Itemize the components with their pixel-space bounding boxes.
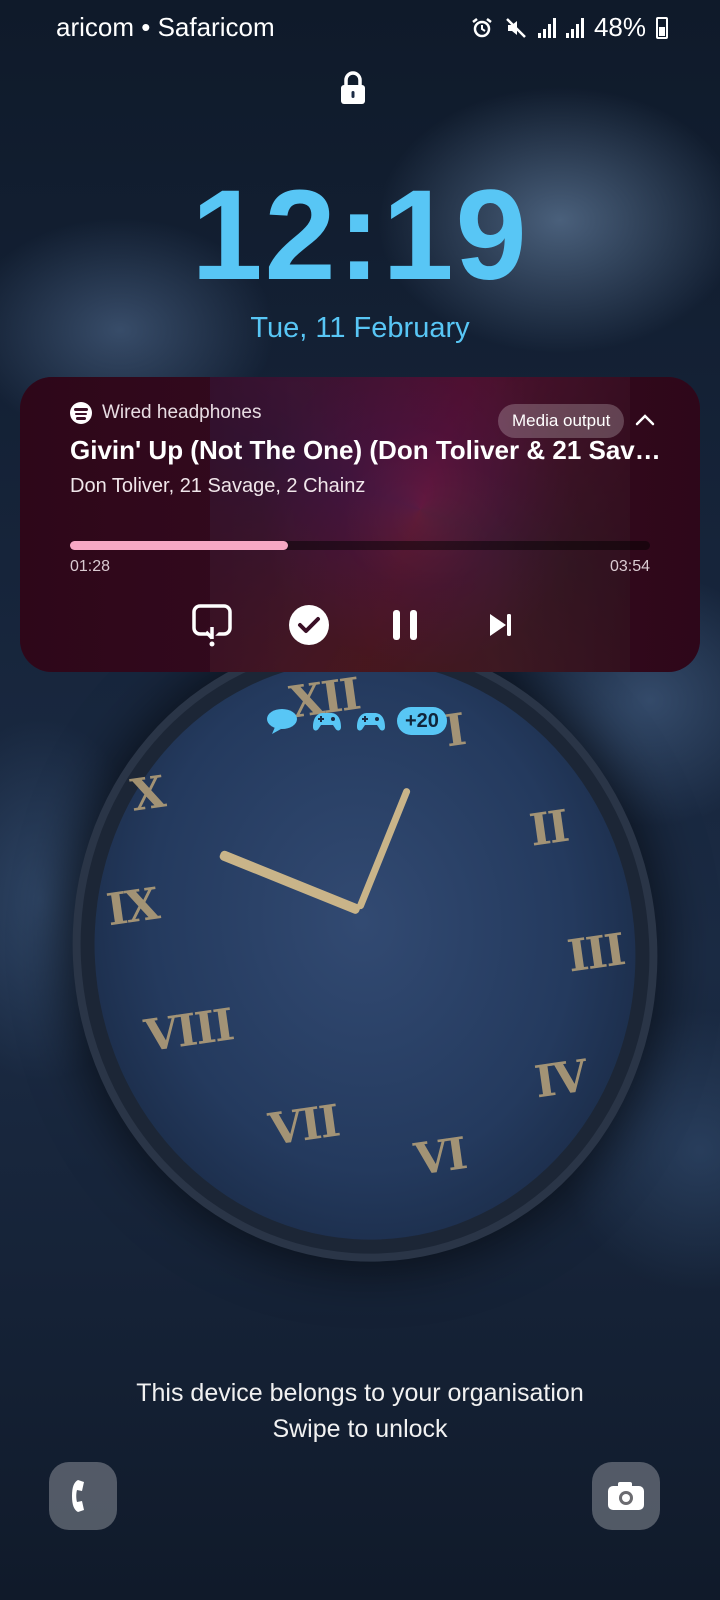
spotify-icon: [70, 402, 92, 424]
cast-icon: [192, 604, 232, 647]
phone-shortcut[interactable]: [49, 1462, 117, 1530]
skip-next-icon: [490, 614, 511, 636]
chat-bubble-icon: [267, 709, 297, 734]
lock-icon[interactable]: [339, 70, 367, 106]
pause-button[interactable]: [383, 603, 427, 647]
media-player-card[interactable]: Wired headphones Media output Givin' Up …: [20, 377, 700, 672]
wallpaper-numeral: IV: [531, 1050, 589, 1109]
wallpaper-numeral: VII: [265, 1095, 342, 1156]
elapsed-time: 01:28: [70, 558, 111, 575]
media-source: Wired headphones: [70, 402, 262, 424]
lockscreen-footer: This device belongs to your organisation…: [0, 1375, 720, 1447]
game-controller-icon: [357, 713, 385, 731]
owner-message: This device belongs to your organisation: [136, 1379, 584, 1407]
status-bar: aricom • Safaricom 48%: [0, 0, 720, 54]
wallpaper-numeral: II: [526, 800, 571, 857]
battery-percentage: 48%: [593, 12, 646, 42]
song-title: Givin' Up (Not The One) (Don Toliver & 2…: [70, 435, 670, 465]
media-source-label: Wired headphones: [102, 402, 262, 423]
more-notifications-badge: +20: [397, 707, 447, 735]
alarm-icon: [472, 17, 492, 37]
notification-icons[interactable]: +20: [265, 707, 447, 735]
playback-progress-bar[interactable]: [70, 541, 650, 550]
carrier-label: aricom • Safaricom: [56, 12, 275, 42]
check-icon: [289, 605, 329, 645]
status-icons: 48%: [470, 12, 668, 43]
total-duration: 03:54: [609, 558, 650, 575]
pause-icon: [393, 610, 417, 640]
battery-icon: [656, 16, 668, 39]
wallpaper-numeral: VIII: [141, 999, 236, 1063]
wallpaper-numeral: IX: [103, 878, 161, 937]
camera-icon: [608, 1482, 644, 1510]
wallpaper-numeral: III: [564, 924, 627, 983]
chevron-up-icon[interactable]: [632, 407, 658, 433]
signal-icon: [565, 17, 584, 38]
lockscreen-date: Tue, 11 February: [250, 312, 470, 344]
next-track-button[interactable]: [479, 603, 523, 647]
song-artist: Don Toliver, 21 Savage, 2 Chainz: [70, 475, 366, 497]
unlock-hint: Swipe to unlock: [272, 1415, 448, 1443]
signal-icon: [537, 17, 556, 38]
wallpaper-numeral: X: [127, 766, 167, 822]
like-button[interactable]: [287, 603, 331, 647]
mute-icon: [506, 17, 526, 38]
playback-progress-fill: [70, 541, 289, 550]
wallpaper-numeral: VI: [411, 1128, 469, 1186]
cast-button[interactable]: [190, 603, 234, 647]
camera-shortcut[interactable]: [592, 1462, 660, 1530]
media-output-button[interactable]: Media output: [498, 404, 625, 438]
lockscreen-clock[interactable]: 12:19: [0, 172, 720, 300]
phone-icon: [72, 1480, 84, 1512]
game-controller-icon: [313, 713, 341, 731]
wallpaper-hour-hand: [218, 849, 362, 916]
wallpaper-minute-hand: [355, 787, 412, 911]
